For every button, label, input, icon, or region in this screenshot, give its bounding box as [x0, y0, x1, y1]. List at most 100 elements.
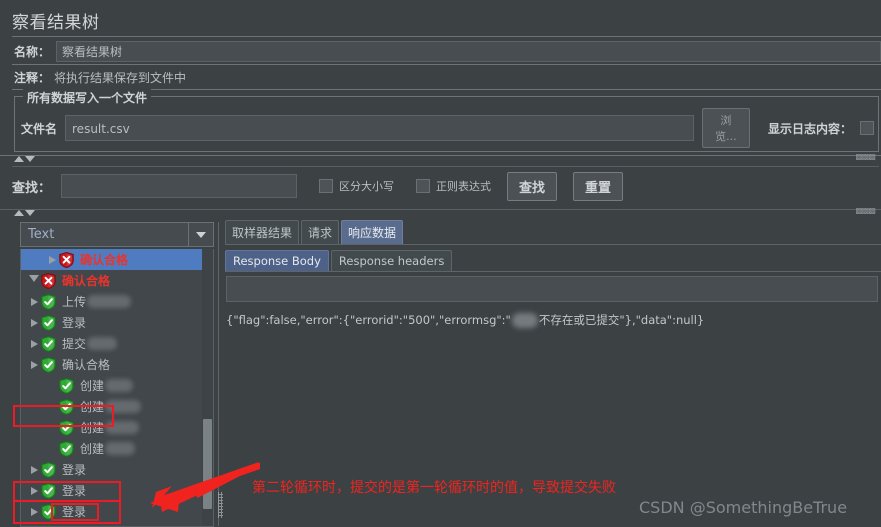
redacted-text — [105, 379, 133, 392]
status-ok-shield-icon — [59, 399, 74, 415]
tree-item[interactable]: 创建 — [21, 396, 213, 417]
collapse-down-icon[interactable] — [25, 156, 35, 162]
results-tree-pane: Text 确认合格确认合格上传登录提交确认合格创建创建创建创建登录登录登录登录 — [12, 222, 217, 526]
annotation-note: 第二轮循环时，提交的是第一轮循环时的值，导致提交失败 — [252, 477, 616, 497]
tree-item[interactable]: 提交 — [21, 333, 213, 354]
renderer-selected-value: Text — [21, 227, 188, 242]
tree-item-label: 确认合格 — [62, 356, 110, 373]
find-button[interactable]: 查找 — [507, 172, 557, 201]
renderer-select[interactable]: Text — [20, 222, 214, 247]
comment-value[interactable]: 将执行结果保存到文件中 — [54, 69, 186, 86]
status-ok-shield-icon — [41, 357, 56, 373]
page-title: 察看结果树 — [12, 8, 100, 33]
status-ok-shield-icon — [41, 504, 56, 520]
case-sensitive-option[interactable]: 区分大小写 — [319, 178, 394, 194]
expander-closed-icon[interactable] — [27, 319, 41, 327]
window-title-bar: 察看结果树 — [12, 6, 881, 34]
tree-item[interactable]: 确认合格 — [21, 270, 213, 291]
regex-checkbox[interactable] — [416, 179, 430, 193]
splitter-grip-top[interactable]: ▩▩▩ — [855, 152, 875, 161]
splitter-grip-icon — [218, 492, 223, 518]
expander-closed-icon[interactable] — [27, 340, 41, 348]
regex-option[interactable]: 正则表达式 — [416, 178, 491, 194]
tree-item[interactable]: 登录 — [21, 522, 213, 527]
sub-tab-1[interactable]: Response headers — [331, 250, 452, 271]
expander-closed-icon[interactable] — [45, 256, 59, 264]
tree-item[interactable]: 创建 — [21, 438, 213, 459]
response-body-text: {"flag":false,"error":{"errorid":"500","… — [226, 308, 878, 332]
tree-item-label: 创建 — [80, 419, 104, 436]
tab-0[interactable]: 取样器结果 — [225, 220, 299, 244]
splitter-arrows-top[interactable] — [14, 156, 35, 162]
tab-1[interactable]: 请求 — [301, 220, 339, 244]
splitter-grip-bottom[interactable]: ▩▩▩ — [855, 206, 875, 215]
pane-splitter[interactable] — [217, 222, 224, 526]
comment-label: 注释： — [12, 69, 54, 86]
status-ok-shield-icon — [59, 441, 74, 457]
collapse-up-icon[interactable] — [14, 156, 24, 162]
search-input[interactable] — [61, 174, 297, 198]
tree-item-label: 登录 — [62, 314, 86, 331]
response-sub-tabs[interactable]: Response BodyResponse headers — [225, 249, 881, 271]
response-find-input[interactable] — [226, 276, 878, 302]
chevron-down-icon[interactable] — [188, 223, 213, 246]
write-all-data-groupbox: 所有数据写入一个文件 文件名 result.csv 浏览... 显示日志内容： — [14, 96, 879, 152]
collapse-up-icon-2[interactable] — [14, 210, 24, 216]
tree-item-label: 提交 — [62, 335, 86, 352]
expander-closed-icon[interactable] — [27, 298, 41, 306]
expander-open-icon[interactable] — [27, 275, 41, 286]
status-error-shield-icon — [41, 273, 56, 289]
filename-input[interactable]: result.csv — [65, 115, 694, 141]
filename-label: 文件名 — [21, 120, 57, 137]
show-log-label: 显示日志内容： — [768, 120, 852, 137]
status-ok-shield-icon — [41, 294, 56, 310]
detail-tabs[interactable]: 取样器结果请求响应数据 — [225, 222, 881, 244]
tree-item[interactable]: 登录 — [21, 459, 213, 480]
expander-closed-icon[interactable] — [27, 361, 41, 369]
watermark-text: CSDN @SomethingBeTrue — [639, 498, 847, 517]
search-toolbar: 查找： 区分大小写 正则表达式 查找 重置 — [12, 166, 879, 205]
show-log-checkbox[interactable] — [860, 121, 874, 135]
tree-item[interactable]: 确认合格 — [21, 249, 213, 270]
expander-closed-icon[interactable] — [27, 508, 41, 516]
case-sensitive-checkbox[interactable] — [319, 179, 333, 193]
name-input[interactable]: 察看结果树 — [56, 41, 881, 62]
expander-closed-icon[interactable] — [27, 466, 41, 474]
redacted-text — [87, 295, 131, 308]
tree-item-label: 确认合格 — [80, 251, 128, 268]
tree-item-label: 上传 — [62, 293, 86, 310]
tree-item[interactable]: 登录 — [21, 312, 213, 333]
redacted-text — [87, 337, 117, 350]
tree-item-label: 登录 — [62, 461, 86, 478]
status-ok-shield-icon — [41, 483, 56, 499]
tree-item[interactable]: 登录 — [21, 480, 213, 501]
browse-button[interactable]: 浏览... — [702, 108, 750, 148]
reset-button[interactable]: 重置 — [573, 172, 623, 201]
tree-item[interactable]: 上传 — [21, 291, 213, 312]
name-label: 名称： — [12, 43, 56, 60]
sub-tab-0[interactable]: Response Body — [225, 250, 329, 271]
splitter-arrows-bottom[interactable] — [14, 210, 35, 216]
tree-scrollbar-thumb[interactable] — [203, 419, 212, 509]
collapse-down-icon-2[interactable] — [25, 210, 35, 216]
response-body-prefix: {"flag":false,"error":{"errorid":"500","… — [226, 313, 511, 327]
expander-closed-icon[interactable] — [27, 487, 41, 495]
section-divider-mid — [0, 209, 881, 210]
status-ok-shield-icon — [41, 462, 56, 478]
tree-item-label: 登录 — [62, 503, 86, 520]
tree-item-label: 创建 — [80, 377, 104, 394]
tree-item-label: 创建 — [80, 440, 104, 457]
status-error-shield-icon — [59, 252, 74, 268]
results-tree[interactable]: 确认合格确认合格上传登录提交确认合格创建创建创建创建登录登录登录登录 — [20, 249, 214, 527]
redacted-text — [512, 313, 538, 328]
groupbox-title: 所有数据写入一个文件 — [23, 89, 151, 106]
tree-item-label: 确认合格 — [62, 272, 110, 289]
tree-item[interactable]: 登录 — [21, 501, 213, 522]
section-divider-top — [0, 155, 881, 156]
tree-item[interactable]: 确认合格 — [21, 354, 213, 375]
tree-item[interactable]: 创建 — [21, 375, 213, 396]
tab-2[interactable]: 响应数据 — [341, 220, 403, 244]
status-ok-shield-icon — [41, 336, 56, 352]
status-ok-shield-icon — [59, 420, 74, 436]
tree-item[interactable]: 创建 — [21, 417, 213, 438]
